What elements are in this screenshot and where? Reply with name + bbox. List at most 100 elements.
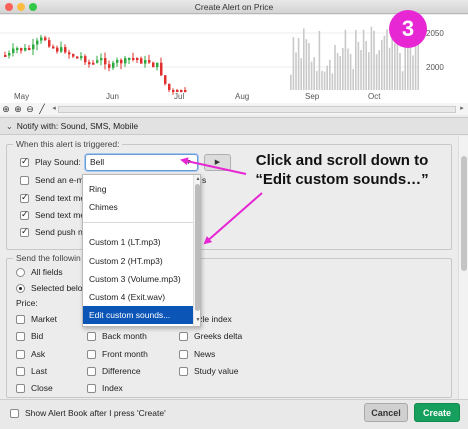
volume-bar bbox=[329, 59, 331, 90]
price-heading: Price: bbox=[16, 298, 38, 308]
play-sound-button[interactable]: ▶ bbox=[204, 154, 231, 171]
chevron-down-icon: ⌄ bbox=[6, 121, 13, 131]
price-field-row[interactable]: News bbox=[179, 349, 215, 359]
price-field-row[interactable]: Bid bbox=[16, 331, 43, 341]
price-field-checkbox[interactable] bbox=[16, 349, 25, 359]
chart-scroll-left-icon[interactable]: ◂ bbox=[50, 104, 58, 114]
price-field-label: Greeks delta bbox=[194, 331, 243, 341]
dropdown-separator bbox=[83, 222, 193, 223]
scroll-down-icon[interactable]: ▼ bbox=[194, 317, 200, 323]
text-message-row-1[interactable]: Send text me bbox=[20, 192, 85, 203]
chart-x-label: Sep bbox=[305, 92, 320, 101]
price-field-label: News bbox=[194, 349, 216, 359]
close-window-icon[interactable] bbox=[5, 3, 13, 11]
price-field-checkbox[interactable] bbox=[179, 331, 188, 341]
annotation-line-2: “Edit custom sounds…” bbox=[255, 171, 429, 188]
candle-body bbox=[128, 57, 131, 60]
send-text-checkbox-1[interactable] bbox=[20, 192, 29, 203]
zoom-out-icon[interactable]: ⊖ bbox=[24, 103, 36, 115]
price-field-checkbox[interactable] bbox=[87, 383, 96, 393]
price-field-row[interactable]: Greeks delta bbox=[179, 331, 242, 341]
chart-scroll-right-icon[interactable]: ▸ bbox=[458, 104, 466, 114]
price-field-checkbox[interactable] bbox=[179, 349, 188, 359]
sound-select[interactable]: Bell ▼ bbox=[85, 154, 198, 171]
all-fields-radio[interactable] bbox=[16, 267, 25, 277]
candle-body bbox=[56, 47, 59, 52]
panel-scroll-thumb[interactable] bbox=[461, 156, 467, 271]
chart-x-label: Oct bbox=[368, 92, 381, 101]
volume-bar bbox=[409, 42, 412, 90]
price-field-checkbox[interactable] bbox=[87, 331, 96, 341]
candle-body bbox=[12, 48, 15, 54]
crosshair-icon[interactable]: ⊕ bbox=[0, 103, 12, 115]
selected-fields-radio[interactable] bbox=[16, 283, 25, 293]
volume-bar bbox=[375, 54, 378, 90]
send-email-checkbox[interactable] bbox=[20, 175, 29, 185]
volume-bar bbox=[360, 50, 362, 90]
price-field-label: Front month bbox=[102, 349, 148, 359]
volume-bar bbox=[326, 65, 328, 90]
send-push-checkbox[interactable] bbox=[20, 226, 29, 237]
sound-option[interactable]: Ring bbox=[83, 180, 193, 198]
price-field-row[interactable]: Back month bbox=[87, 331, 147, 341]
candle-body bbox=[20, 48, 23, 51]
panel-vertical-scrollbar[interactable] bbox=[458, 136, 468, 399]
minimize-window-icon[interactable] bbox=[17, 3, 25, 11]
dropdown-scroll-thumb[interactable] bbox=[195, 184, 200, 311]
price-field-checkbox[interactable] bbox=[16, 314, 25, 324]
zoom-in-icon[interactable]: ⊕ bbox=[12, 103, 24, 115]
volume-bar bbox=[388, 47, 391, 90]
candle-body bbox=[160, 62, 163, 76]
price-field-checkbox[interactable] bbox=[16, 366, 25, 376]
send-text-checkbox-2[interactable] bbox=[20, 209, 29, 220]
push-notification-row[interactable]: Send push no bbox=[20, 226, 87, 237]
show-alert-book-row[interactable]: Show Alert Book after I press 'Create' bbox=[10, 408, 166, 418]
sound-option[interactable]: Chimes bbox=[83, 198, 193, 216]
play-sound-row[interactable]: Play Sound: bbox=[20, 156, 81, 167]
volume-bar bbox=[373, 30, 375, 90]
price-field-row[interactable]: Market bbox=[16, 314, 57, 324]
scroll-up-icon[interactable]: ▲ bbox=[194, 176, 200, 182]
candle-body bbox=[116, 59, 119, 63]
price-field-checkbox[interactable] bbox=[179, 366, 188, 376]
create-button[interactable]: Create bbox=[414, 403, 460, 422]
price-field-checkbox[interactable] bbox=[87, 349, 96, 359]
all-fields-row[interactable]: All fields bbox=[16, 267, 63, 277]
price-field-row[interactable]: Close bbox=[16, 383, 53, 393]
chart-horizontal-scrollbar[interactable] bbox=[58, 106, 456, 113]
price-field-row[interactable]: Ask bbox=[16, 349, 45, 359]
selected-fields-row[interactable]: Selected belo bbox=[16, 283, 83, 293]
price-field-row[interactable]: Index bbox=[87, 383, 123, 393]
candle-body bbox=[72, 54, 75, 57]
email-row[interactable]: Send an e-ma bbox=[20, 175, 88, 185]
price-field-checkbox[interactable] bbox=[16, 383, 25, 393]
price-field-row[interactable]: Study value bbox=[179, 366, 238, 376]
step-badge: 3 bbox=[389, 10, 427, 48]
notify-section-header[interactable]: ⌄ Notify with: Sound, SMS, Mobile bbox=[0, 117, 468, 135]
chart-y-label: 2050 bbox=[426, 29, 444, 38]
zoom-window-icon[interactable] bbox=[29, 3, 37, 11]
candle-body bbox=[76, 56, 79, 59]
price-field-checkbox[interactable] bbox=[87, 366, 96, 376]
candle-body bbox=[64, 47, 67, 53]
price-field-row[interactable]: Front month bbox=[87, 349, 148, 359]
text-message-row-2[interactable]: Send text me bbox=[20, 209, 85, 220]
show-alert-book-checkbox[interactable] bbox=[10, 408, 19, 418]
window-title: Create Alert on Price bbox=[194, 2, 274, 12]
play-icon: ▶ bbox=[214, 159, 221, 166]
sound-dropdown-list[interactable]: ▲ ▼ Ring Chimes Custom 1 (LT.mp3) Custom 2 … bbox=[82, 174, 201, 327]
play-sound-checkbox[interactable] bbox=[20, 156, 29, 167]
price-field-row[interactable]: Last bbox=[16, 366, 47, 376]
sound-option[interactable]: Custom 1 (LT.mp3) bbox=[83, 233, 193, 251]
sound-option[interactable]: Custom 2 (HT.mp3) bbox=[83, 252, 193, 270]
cancel-button[interactable]: Cancel bbox=[364, 403, 408, 422]
volume-bar bbox=[313, 57, 315, 90]
price-field-row[interactable]: Difference bbox=[87, 366, 141, 376]
sound-option[interactable]: Custom 4 (Exit.wav) bbox=[83, 288, 193, 306]
dropdown-scrollbar[interactable]: ▲ ▼ bbox=[193, 175, 200, 326]
candle-body bbox=[40, 37, 43, 41]
sound-option[interactable]: Edit custom sounds... bbox=[83, 306, 193, 324]
sound-option[interactable]: Custom 3 (Volume.mp3) bbox=[83, 270, 193, 288]
price-field-checkbox[interactable] bbox=[16, 331, 25, 341]
draw-line-icon[interactable]: ╱ bbox=[36, 103, 48, 115]
